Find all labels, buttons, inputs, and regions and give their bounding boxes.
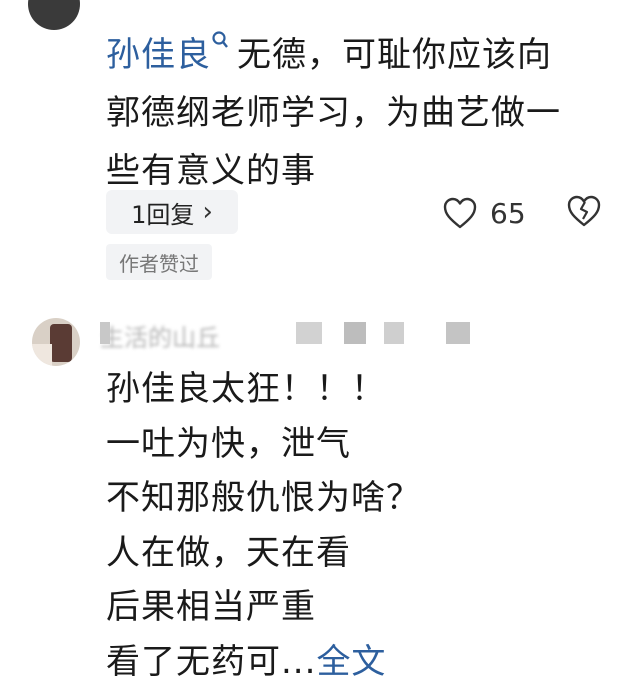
comment-2-line: 后果相当严重 xyxy=(106,580,626,635)
comment-2-line: 一吐为快，泄气 xyxy=(106,417,626,472)
comment-text-line-2: 郭德纲老师学习，为曲艺做一 xyxy=(106,93,561,133)
avatar-shape xyxy=(32,344,52,366)
username-mosaic xyxy=(446,322,470,344)
comment-author-name[interactable]: 孙佳良 xyxy=(106,35,211,75)
reply-count-label: 1回复 xyxy=(131,195,194,230)
avatar-previous[interactable] xyxy=(28,0,80,30)
comment-1: 孙佳良无德，可耻你应该向 郭德纲老师学习，为曲艺做一 些有意义的事 xyxy=(106,26,626,200)
comment-2-username[interactable]: 生活的山丘 xyxy=(100,318,220,353)
comment-2-line: 看了无药可... xyxy=(106,642,316,682)
like-button[interactable]: 65 xyxy=(442,193,526,233)
avatar-shape xyxy=(50,324,72,362)
chevron-right-icon: › xyxy=(202,197,212,227)
reply-count-button[interactable]: 1回复 › xyxy=(106,190,238,234)
author-liked-badge: 作者赞过 xyxy=(106,244,212,280)
username-mosaic xyxy=(384,322,404,344)
comment-text-line-3: 些有意义的事 xyxy=(106,151,316,191)
broken-heart-icon[interactable] xyxy=(566,194,602,228)
username-mosaic xyxy=(100,322,110,344)
search-badge-icon xyxy=(211,30,229,52)
comment-2: 孙佳良太狂！！！ 一吐为快，泄气 不知那般仇恨为啥？ 人在做，天在看 后果相当严… xyxy=(106,362,626,689)
comment-2-line: 不知那般仇恨为啥？ xyxy=(106,471,626,526)
username-mosaic xyxy=(296,322,322,344)
comment-2-line: 人在做，天在看 xyxy=(106,526,626,581)
full-text-link[interactable]: 全文 xyxy=(316,642,386,682)
comment-2-line: 孙佳良太狂！！！ xyxy=(106,362,626,417)
heart-icon xyxy=(442,196,478,230)
avatar[interactable] xyxy=(32,318,80,366)
like-count: 65 xyxy=(490,197,526,230)
comment-1-text: 孙佳良无德，可耻你应该向 郭德纲老师学习，为曲艺做一 些有意义的事 xyxy=(106,26,626,200)
comment-text-line-1: 无德，可耻你应该向 xyxy=(237,35,552,75)
username-mosaic xyxy=(344,322,366,344)
